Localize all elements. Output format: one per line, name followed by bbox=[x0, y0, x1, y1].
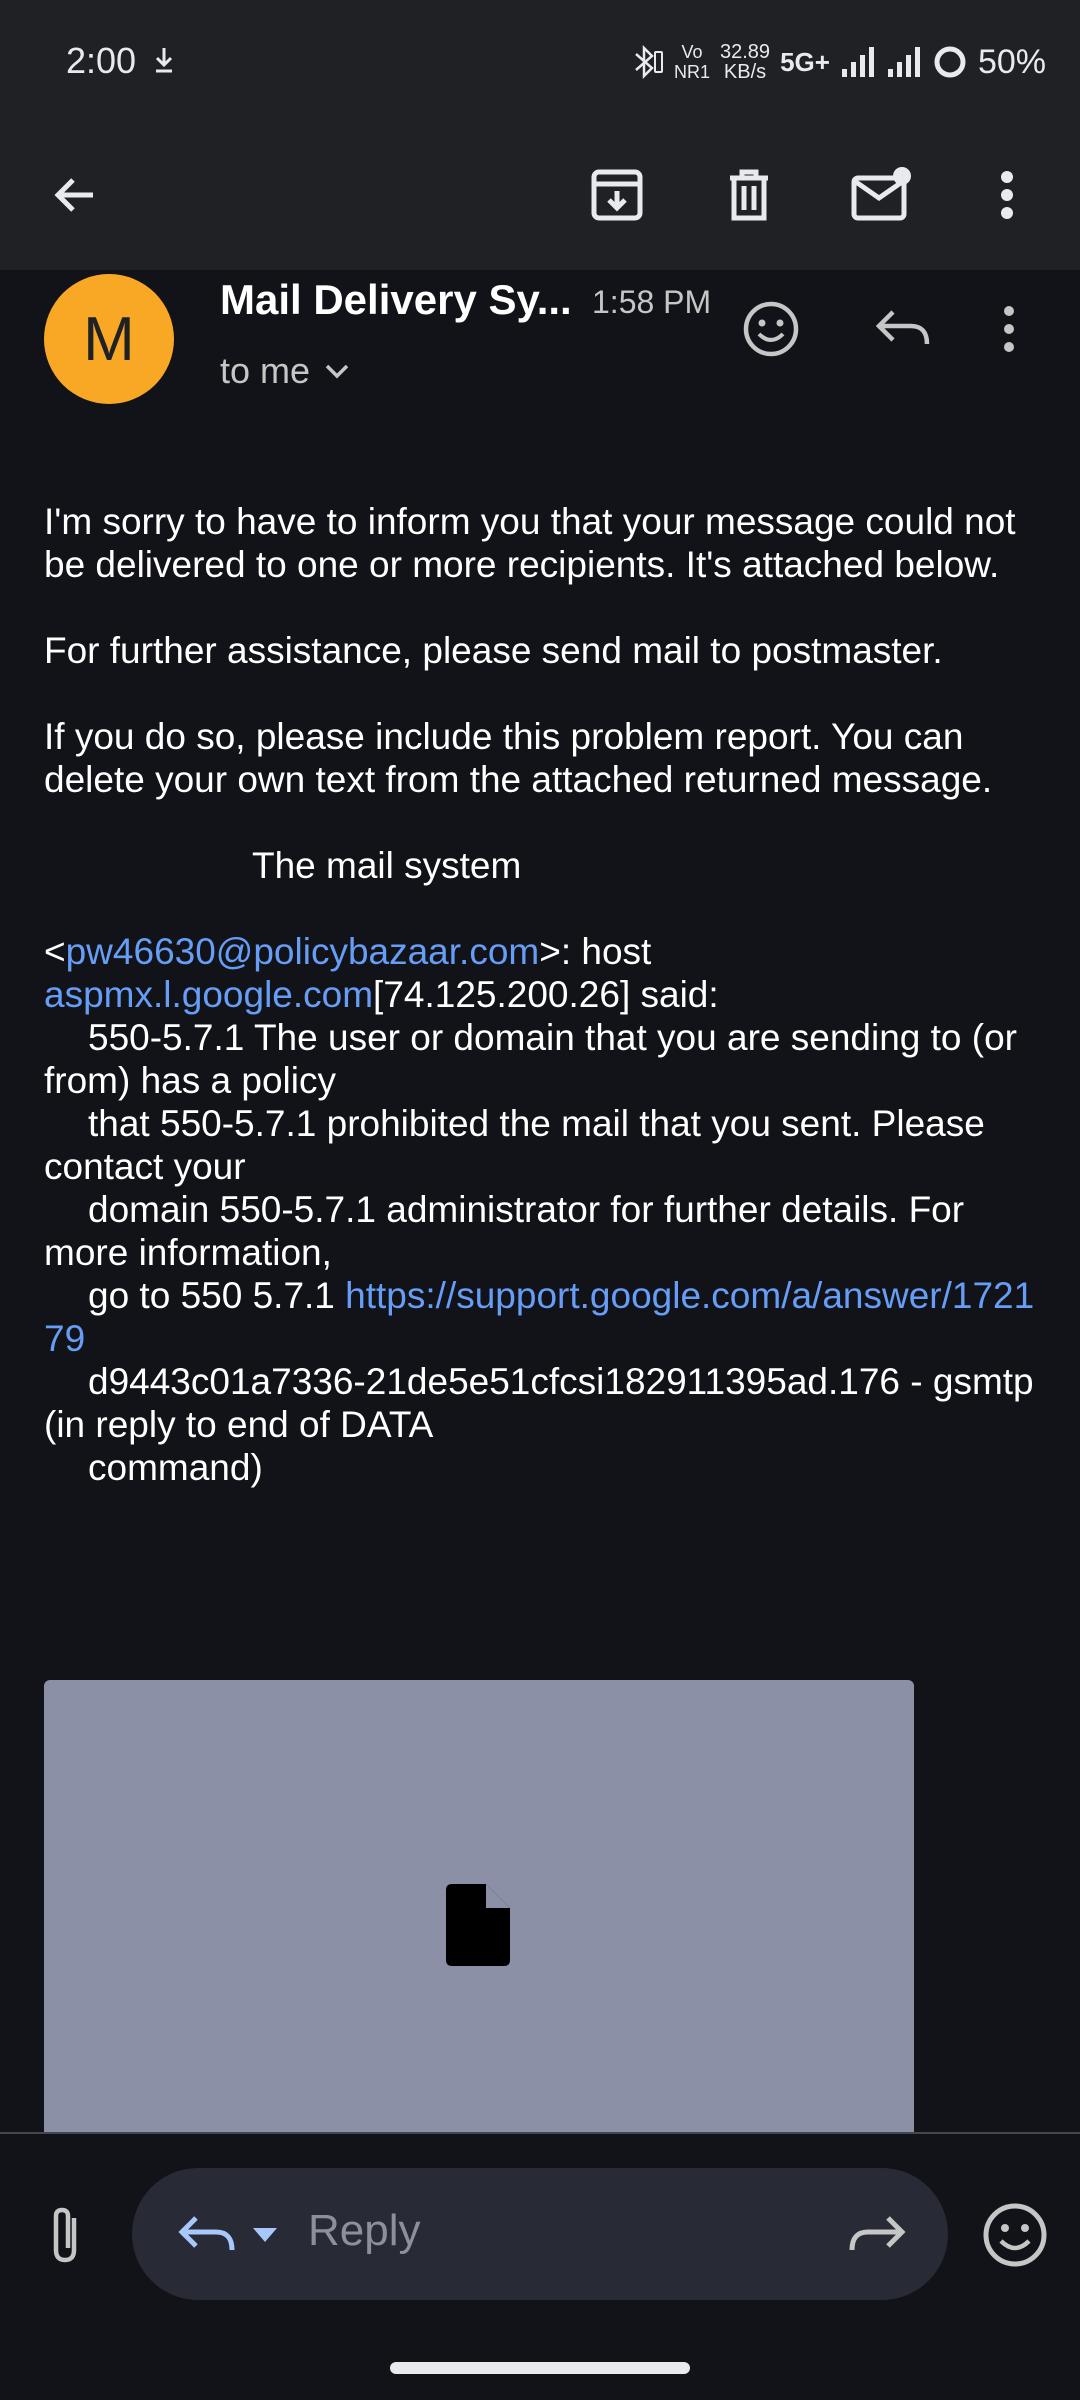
home-indicator[interactable] bbox=[390, 2362, 690, 2374]
host-link[interactable]: aspmx.l.google.com bbox=[44, 974, 373, 1015]
network-type: 5G+ bbox=[780, 46, 830, 77]
emoji-reaction-icon[interactable] bbox=[978, 2198, 1052, 2272]
address-close: >: host bbox=[539, 931, 652, 972]
error-text: domain 550-5.7.1 administrator for furth… bbox=[44, 1189, 975, 1273]
reply-placeholder: Reply bbox=[308, 2206, 421, 2255]
status-bar: 2:00 Vo NR1 32.89 KB/s 5G+ 50% bbox=[0, 0, 1080, 120]
signal-icon bbox=[841, 47, 874, 77]
reply-field[interactable]: Reply bbox=[132, 2168, 948, 2300]
error-text: 550-5.7.1 The user or domain that you ar… bbox=[44, 1017, 1028, 1101]
error-line: go to 550 5.7.1 https://support.google.c… bbox=[44, 1274, 1044, 1360]
email-body: I'm sorry to have to inform you that you… bbox=[44, 500, 1044, 1489]
speed-value: 32.89 bbox=[720, 41, 771, 63]
app-bar bbox=[0, 120, 1080, 270]
address-open: < bbox=[44, 931, 66, 972]
caret-down-icon[interactable] bbox=[250, 2220, 280, 2250]
address-line: <pw46630@policybazaar.com>: host bbox=[44, 930, 1044, 973]
signal-icon-2 bbox=[887, 47, 920, 77]
status-time: 2:00 bbox=[66, 40, 137, 81]
attachment-card[interactable] bbox=[44, 1680, 914, 2140]
mail-unread-icon[interactable] bbox=[846, 160, 916, 230]
trash-icon[interactable] bbox=[714, 160, 784, 230]
emoji-icon[interactable] bbox=[736, 294, 806, 364]
error-line: 550-5.7.1 The user or domain that you ar… bbox=[44, 1016, 1044, 1102]
file-icon bbox=[446, 1884, 510, 1966]
recipient-toggle[interactable]: to me bbox=[220, 350, 350, 392]
reply-icon[interactable] bbox=[868, 294, 938, 364]
error-line: d9443c01a7336-21de5e51cfcsi182911395ad.1… bbox=[44, 1360, 1044, 1446]
more-vert-icon-message[interactable] bbox=[984, 294, 1034, 364]
body-line: For further assistance, please send mail… bbox=[44, 630, 943, 671]
arrow-left-icon[interactable] bbox=[40, 160, 110, 230]
forward-icon[interactable] bbox=[842, 2200, 912, 2270]
recipient-label: to me bbox=[220, 350, 311, 391]
reply-icon[interactable] bbox=[172, 2200, 242, 2270]
recipient-email-link[interactable]: pw46630@policybazaar.com bbox=[66, 931, 540, 972]
speed-indicator: 32.89 KB/s bbox=[720, 42, 770, 82]
volte-indicator: Vo NR1 bbox=[674, 42, 710, 82]
error-text: d9443c01a7336-21de5e51cfcsi182911395ad.1… bbox=[44, 1361, 1044, 1445]
network-label-1: Vo bbox=[681, 42, 703, 62]
paperclip-icon[interactable] bbox=[30, 2200, 100, 2270]
body-line: I'm sorry to have to inform you that you… bbox=[44, 501, 1016, 542]
battery-percent: 50% bbox=[977, 42, 1046, 81]
battery-icon bbox=[934, 46, 966, 78]
error-line: domain 550-5.7.1 administrator for furth… bbox=[44, 1188, 1044, 1274]
speed-unit: KB/s bbox=[723, 61, 767, 83]
error-line: command) bbox=[44, 1446, 1044, 1489]
error-text: command) bbox=[88, 1447, 263, 1488]
error-text: go to 550 5.7.1 bbox=[88, 1275, 346, 1316]
network-label-2: NR1 bbox=[673, 62, 710, 82]
avatar[interactable]: M bbox=[44, 274, 174, 404]
download-icon bbox=[155, 48, 173, 73]
more-vert-icon[interactable] bbox=[972, 160, 1042, 230]
chevron-down-icon bbox=[325, 364, 349, 379]
status-icons: Vo NR1 32.89 KB/s 5G+ 50% bbox=[630, 34, 1046, 90]
error-line: that 550-5.7.1 prohibited the mail that … bbox=[44, 1102, 1044, 1188]
sender-name[interactable]: Mail Delivery Sy... bbox=[220, 276, 572, 324]
body-line: The mail system bbox=[252, 845, 522, 886]
archive-icon[interactable] bbox=[582, 160, 652, 230]
body-line: be delivered to one or more recipients. … bbox=[44, 544, 1000, 585]
host-tail: [74.125.200.26] said: bbox=[373, 974, 719, 1015]
body-line: If you do so, please include this proble… bbox=[44, 716, 993, 800]
email-time: 1:58 PM bbox=[592, 284, 712, 320]
host-line: aspmx.l.google.com[74.125.200.26] said: bbox=[44, 973, 1044, 1016]
bluetooth-icon bbox=[635, 44, 663, 80]
error-text: that 550-5.7.1 prohibited the mail that … bbox=[44, 1103, 996, 1187]
